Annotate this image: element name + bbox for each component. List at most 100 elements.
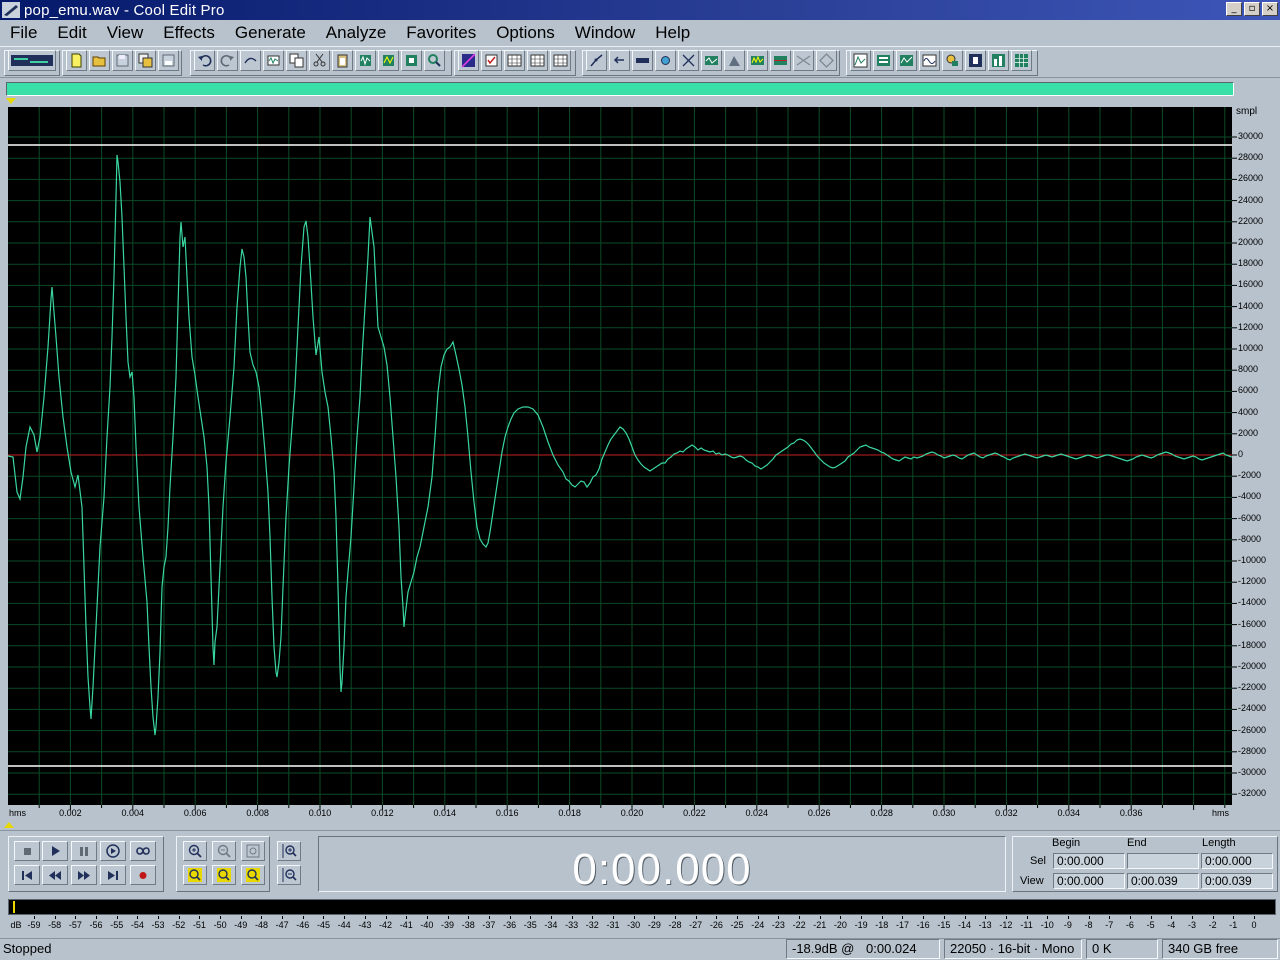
minimize-button[interactable]: _	[1226, 2, 1242, 16]
meter-tick	[592, 916, 594, 919]
frequency-analysis-button[interactable]	[850, 50, 871, 71]
meter-tick-label: -59	[27, 920, 41, 930]
view-start-marker-bottom[interactable]	[4, 822, 14, 828]
levels-button[interactable]	[988, 50, 1009, 71]
copy-icon	[289, 53, 304, 68]
sel-end-field[interactable]	[1127, 853, 1199, 869]
menu-generate[interactable]: Generate	[225, 23, 316, 43]
title-bar[interactable]: pop_emu.wav - Cool Edit Pro _ ▫ ×	[0, 0, 1280, 20]
menu-window[interactable]: Window	[565, 23, 645, 43]
zoom-full-button[interactable]	[241, 841, 265, 861]
menu-favorites[interactable]: Favorites	[396, 23, 486, 43]
noise-reduction-button[interactable]	[655, 50, 676, 71]
scripts-button[interactable]	[942, 50, 963, 71]
meter-tick-label: -14	[957, 920, 972, 930]
meter-tick-label: -50	[213, 920, 227, 930]
menu-view[interactable]: View	[97, 23, 154, 43]
time-tick-label: 0.004	[121, 808, 145, 818]
undo-button[interactable]	[194, 50, 215, 71]
cut-button[interactable]	[309, 50, 330, 71]
multitrack-toggle-button[interactable]	[8, 50, 56, 71]
copy-to-new-button[interactable]	[263, 50, 284, 71]
menu-help[interactable]: Help	[645, 23, 700, 43]
zoom-full-icon	[246, 844, 260, 858]
open-file-button[interactable]	[89, 50, 110, 71]
cool-edit-app-icon[interactable]	[2, 2, 20, 18]
view-start-marker[interactable]	[6, 98, 16, 104]
sine-generator-button[interactable]	[919, 50, 940, 71]
meter-tick-label: -13	[978, 920, 992, 930]
view-begin-field[interactable]: 0:00.000	[1053, 873, 1125, 889]
crossfade-button[interactable]	[793, 50, 814, 71]
overview-scroll-bar[interactable]	[6, 82, 1234, 96]
play-to-end-button[interactable]	[100, 841, 126, 861]
envelope-button[interactable]	[458, 50, 479, 71]
menu-edit[interactable]: Edit	[47, 23, 96, 43]
fast-forward-button[interactable]	[71, 865, 97, 885]
zoom-vertical-in-button[interactable]	[277, 841, 301, 861]
maximize-button[interactable]: ▫	[1244, 2, 1260, 16]
zoom-vertical-in-icon	[282, 844, 297, 858]
stop-button[interactable]	[14, 841, 40, 861]
record-button[interactable]	[130, 865, 156, 885]
save-all-button[interactable]	[135, 50, 156, 71]
statistics-button[interactable]	[873, 50, 894, 71]
amplitude-tick-label: -10000	[1238, 555, 1267, 565]
mark-button[interactable]	[816, 50, 837, 71]
zoom-out-button[interactable]	[212, 841, 236, 861]
save-selection-button[interactable]	[158, 50, 179, 71]
trim-button[interactable]	[401, 50, 422, 71]
meter-tick	[240, 916, 242, 919]
pitch-bender-button[interactable]	[701, 50, 722, 71]
save-button[interactable]	[112, 50, 133, 71]
dynamics-button[interactable]	[586, 50, 607, 71]
reverse-button[interactable]	[609, 50, 630, 71]
amplitude-tick-label: 30000	[1238, 131, 1264, 141]
copy-button[interactable]	[286, 50, 307, 71]
filter-button[interactable]	[724, 50, 745, 71]
redo-button[interactable]	[217, 50, 238, 71]
zoom-right-button[interactable]	[241, 865, 265, 885]
zoom-selection-button[interactable]	[212, 865, 236, 885]
play-button[interactable]	[42, 841, 68, 861]
amplify-button[interactable]	[481, 50, 502, 71]
go-to-start-button[interactable]	[14, 865, 40, 885]
pause-button[interactable]	[71, 841, 97, 861]
view-end-field[interactable]: 0:00.039	[1127, 873, 1199, 889]
spectrum-button[interactable]	[896, 50, 917, 71]
find-button[interactable]	[424, 50, 445, 71]
spectral-view-button[interactable]	[747, 50, 768, 71]
menu-analyze[interactable]: Analyze	[316, 23, 396, 43]
mix-paste-button[interactable]	[378, 50, 399, 71]
silence-button[interactable]	[632, 50, 653, 71]
paste-to-new-button[interactable]	[355, 50, 376, 71]
sel-length-field[interactable]: 0:00.000	[1201, 853, 1273, 869]
zoom-left-button[interactable]	[183, 865, 207, 885]
close-button[interactable]: ×	[1262, 2, 1278, 16]
zoom-in-button[interactable]	[183, 841, 207, 861]
sel-begin-field[interactable]: 0:00.000	[1053, 853, 1125, 869]
waveform-display[interactable]	[8, 107, 1232, 805]
menu-options[interactable]: Options	[486, 23, 565, 43]
repeat-last-button[interactable]	[240, 50, 261, 71]
zoom-vertical-out-button[interactable]	[277, 865, 301, 885]
paste-button[interactable]	[332, 50, 353, 71]
meter-tick	[116, 916, 118, 919]
waveform-view-button[interactable]	[770, 50, 791, 71]
waveform-icon	[774, 56, 787, 65]
loop-button[interactable]	[130, 841, 156, 861]
compressor-button[interactable]	[527, 50, 548, 71]
view-length-field[interactable]: 0:00.039	[1201, 873, 1273, 889]
new-file-button[interactable]	[66, 50, 87, 71]
menu-file[interactable]: File	[0, 23, 47, 43]
channel-mixer-button[interactable]	[504, 50, 525, 71]
rewind-button[interactable]	[42, 865, 68, 885]
cd-player-button[interactable]	[965, 50, 986, 71]
stretch-button[interactable]	[678, 50, 699, 71]
delay-button[interactable]	[550, 50, 571, 71]
trim-icon	[406, 55, 417, 66]
menu-effects[interactable]: Effects	[153, 23, 225, 43]
go-to-end-button[interactable]	[100, 865, 126, 885]
meter-tick	[985, 916, 987, 919]
grid-view-button[interactable]	[1011, 50, 1032, 71]
